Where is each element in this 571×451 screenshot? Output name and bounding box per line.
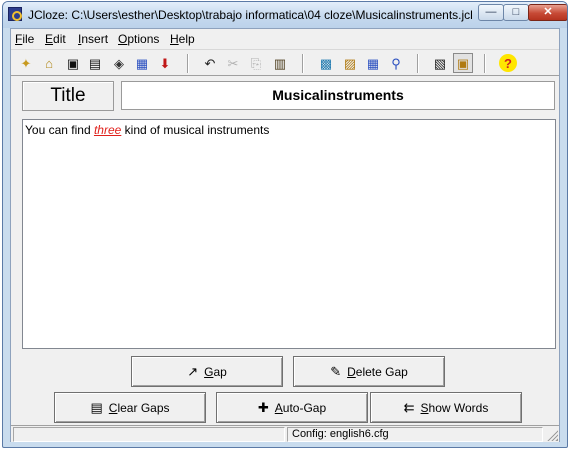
delete-gap-button-label: Delete Gap (347, 364, 408, 379)
auto-gap-button[interactable]: ✚ Auto-Gap (216, 392, 368, 423)
help-icon[interactable]: ? (499, 54, 517, 72)
gap-icon: ↗ (187, 363, 199, 379)
toolbar-separator (484, 54, 486, 73)
save-icon[interactable]: ▣ (64, 54, 82, 72)
menu-help[interactable]: Help (170, 32, 195, 46)
title-label: Title (22, 81, 114, 111)
cloze-text-editor[interactable]: You can find three kind of musical instr… (22, 119, 556, 349)
clear-gaps-icon: ▤ (90, 399, 103, 415)
show-words-button[interactable]: ⇇ Show Words (370, 392, 522, 423)
text-after-gap: kind of musical instruments (121, 123, 270, 137)
gap-manager-icon[interactable]: ▦ (133, 54, 151, 72)
auto-gap-button-label: Auto-Gap (274, 400, 327, 415)
menu-edit[interactable]: Edit (45, 32, 66, 46)
show-words-icon: ⇇ (403, 399, 415, 415)
grid-icon[interactable]: ▦ (364, 54, 382, 72)
menu-file[interactable]: File (15, 32, 34, 46)
paste-icon[interactable]: ▥ (271, 54, 289, 72)
toolbar-separator (417, 54, 419, 73)
gap-button-label: Gap (204, 364, 227, 379)
toolbar: ✦ ⌂ ▣ ▤ ◈ ▦ ⬇ ↶ ✂ ⎘ ▥ ▩ ▨ ▦ ⚲ ▧ ▣ ? (11, 49, 559, 76)
gap-word[interactable]: three (94, 123, 121, 137)
show-words-button-label: Show Words (420, 400, 489, 415)
undo-icon[interactable]: ↶ (201, 54, 219, 72)
minimize-button[interactable]: — (478, 4, 504, 21)
toolbar-separator (187, 54, 189, 73)
menu-insert[interactable]: Insert (78, 32, 108, 46)
resize-grip-icon[interactable] (546, 429, 558, 441)
clear-gaps-button[interactable]: ▤ Clear Gaps (54, 392, 206, 423)
cut-icon[interactable]: ✂ (224, 54, 242, 72)
new-file-icon[interactable]: ✦ (17, 54, 35, 72)
text-before-gap: You can find (25, 123, 94, 137)
title-bar[interactable]: JCloze: C:\Users\esther\Desktop\trabajo … (3, 2, 567, 28)
menu-bar: File Edit Insert Options Help (11, 29, 559, 48)
status-config: Config: english6.cfg (287, 427, 543, 442)
view-icon[interactable]: ▧ (431, 54, 449, 72)
gap-button[interactable]: ↗ Gap (131, 356, 283, 387)
delete-gap-icon: ✎ (330, 363, 342, 379)
find-icon[interactable]: ⚲ (387, 54, 405, 72)
jcloze-window: JCloze: C:\Users\esther\Desktop\trabajo … (2, 1, 568, 448)
status-cell-empty (13, 427, 285, 442)
toolbar-separator (302, 54, 304, 73)
delete-gap-button[interactable]: ✎ Delete Gap (293, 356, 445, 387)
app-icon[interactable] (8, 7, 22, 21)
screen-icon[interactable]: ▣ (453, 53, 473, 73)
export-icon[interactable]: ▨ (341, 54, 359, 72)
open-folder-icon[interactable]: ⌂ (40, 54, 58, 72)
insert-arrow-icon[interactable]: ⬇ (156, 54, 174, 72)
maximize-button[interactable]: □ (503, 4, 529, 21)
create-web-page-icon[interactable]: ▩ (317, 54, 335, 72)
close-button[interactable]: ✕ (528, 4, 567, 21)
copy-icon[interactable]: ⎘ (247, 54, 265, 72)
window-title: JCloze: C:\Users\esther\Desktop\trabajo … (28, 8, 473, 22)
menu-options[interactable]: Options (118, 32, 159, 46)
title-input[interactable]: Musicalinstruments (121, 81, 555, 110)
save-as-icon[interactable]: ▤ (86, 54, 104, 72)
status-bar: Config: english6.cfg (11, 425, 559, 442)
clear-icon[interactable]: ◈ (110, 54, 128, 72)
clear-gaps-button-label: Clear Gaps (108, 400, 170, 415)
client-area: File Edit Insert Options Help ✦ ⌂ ▣ ▤ ◈ … (10, 28, 560, 442)
auto-gap-icon: ✚ (257, 399, 269, 415)
